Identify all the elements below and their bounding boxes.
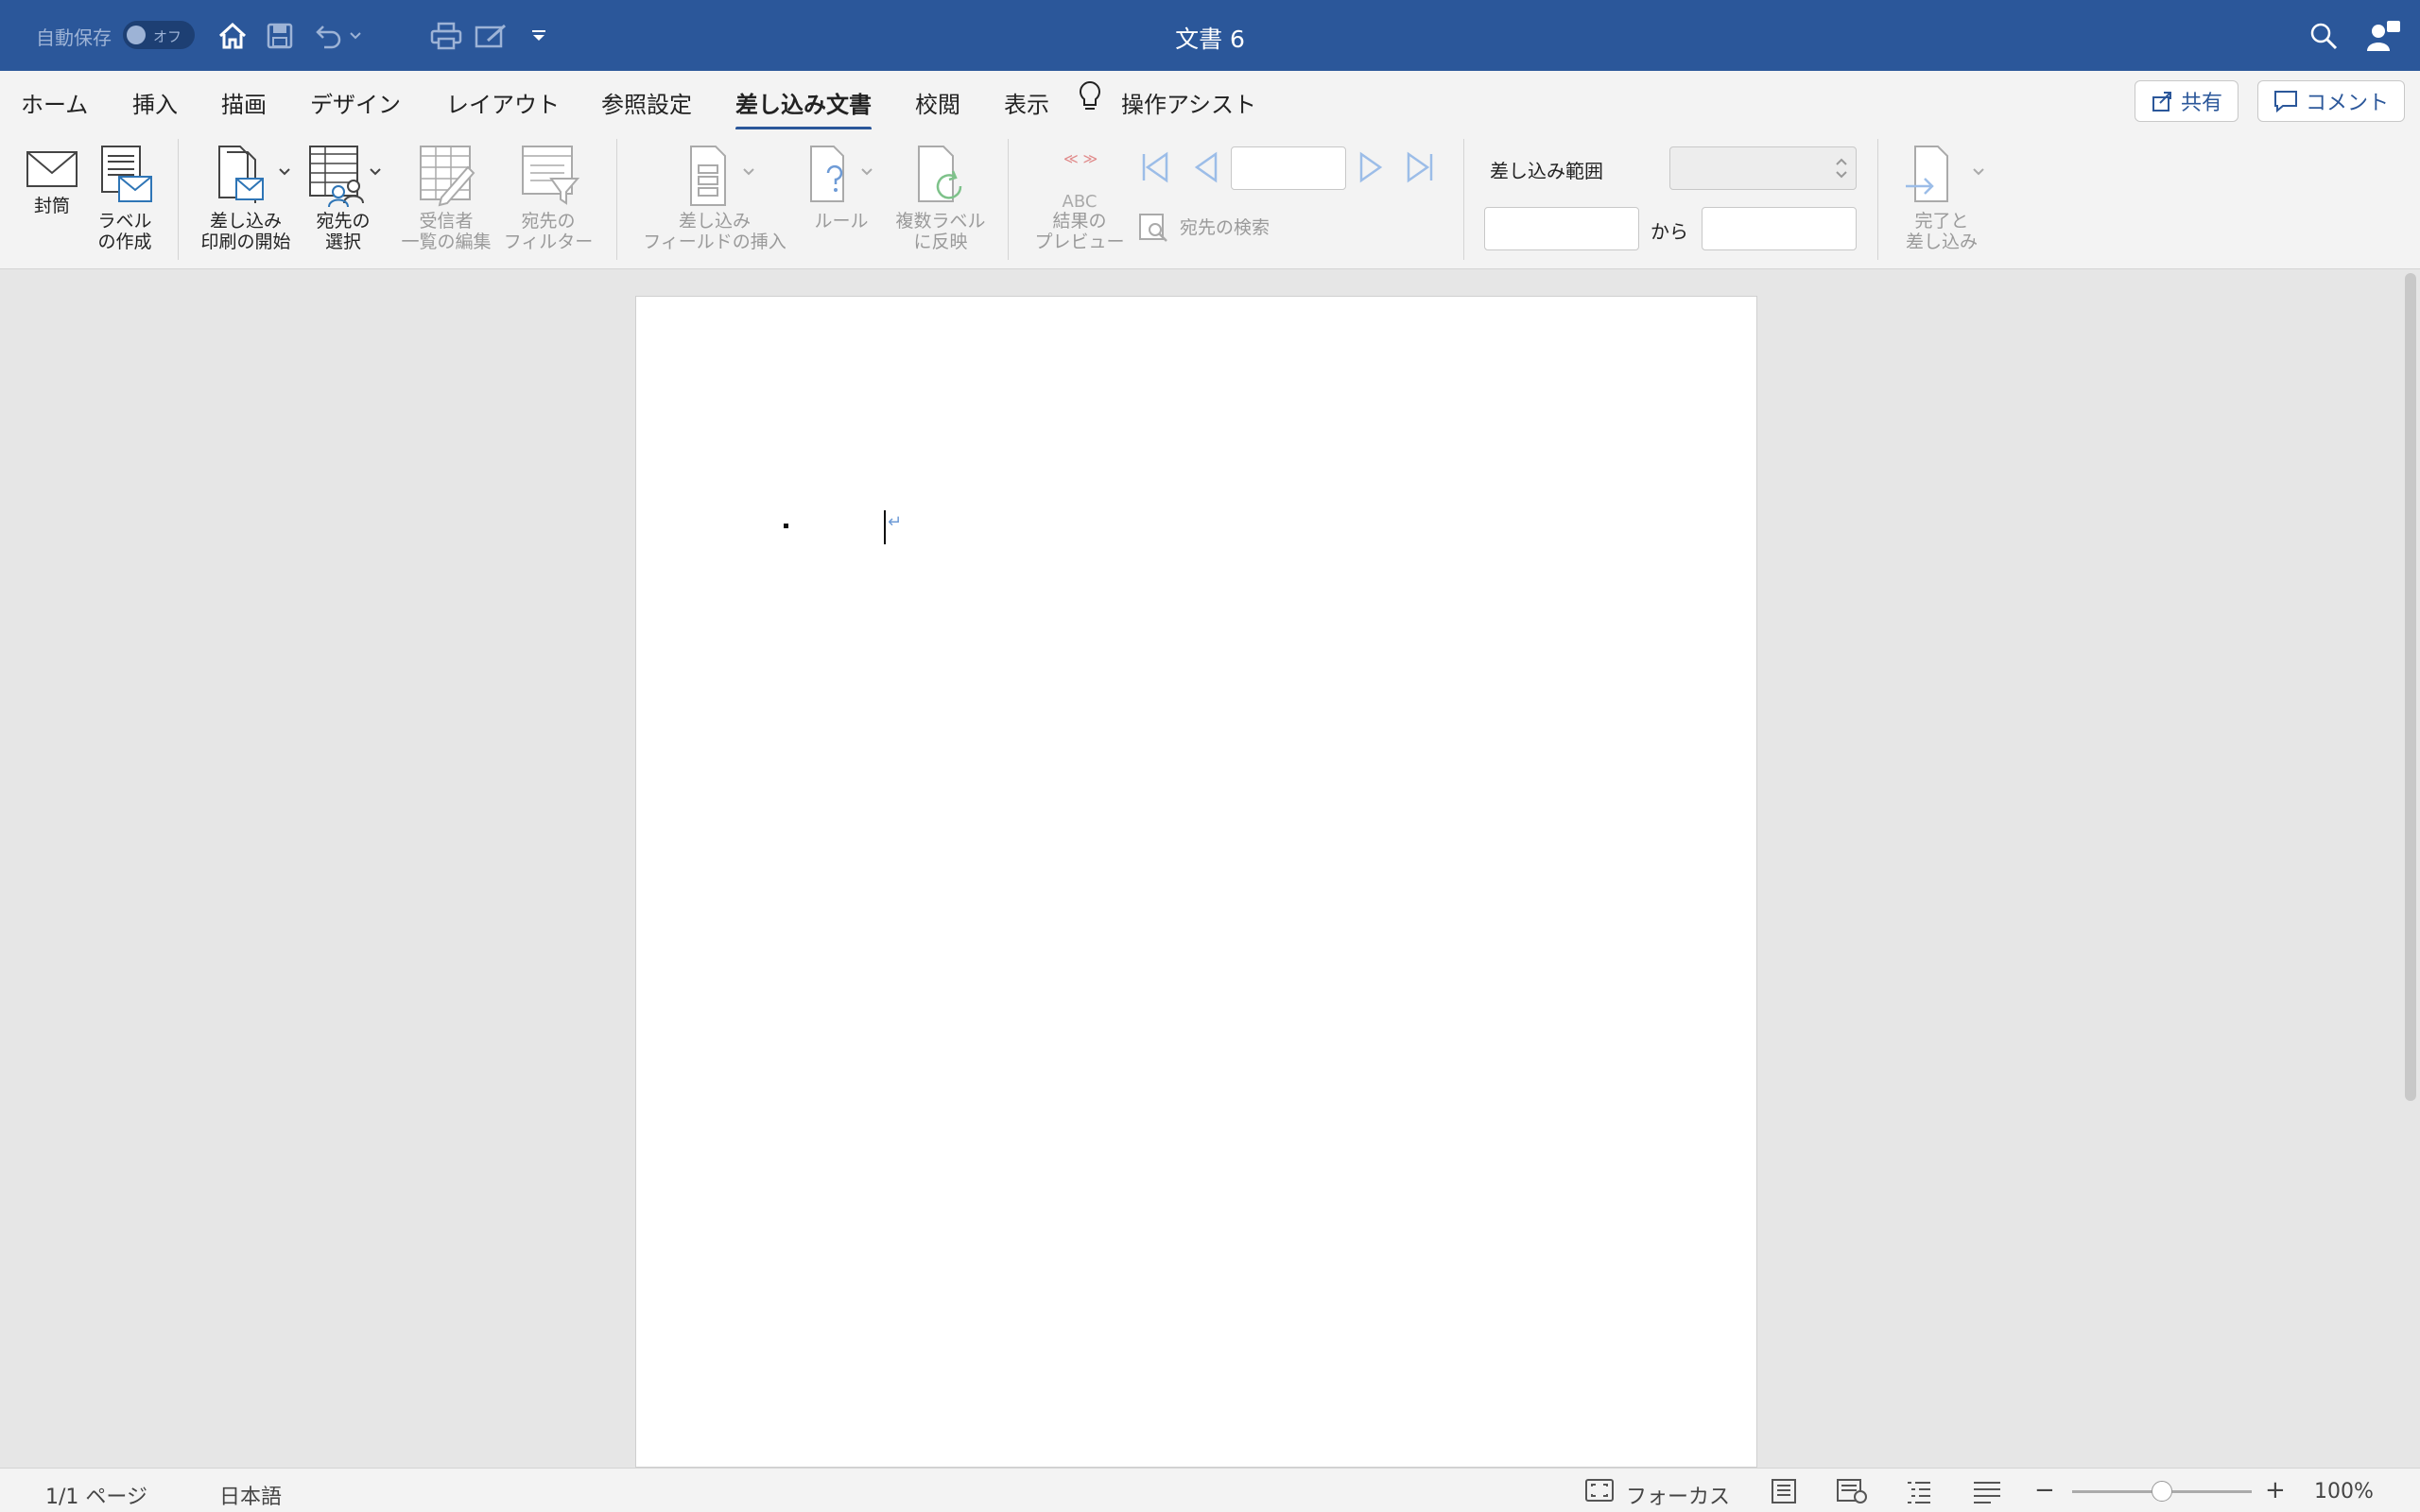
edit-list-icon	[420, 146, 475, 207]
tab-home[interactable]: ホーム	[21, 86, 88, 119]
lightbulb-icon	[1078, 80, 1102, 120]
zoom-out-icon[interactable]: −	[2034, 1476, 2055, 1504]
ribbon-tabs: ホーム 挿入 描画 デザイン レイアウト 参照設定 差し込み文書 校閲 表示 操…	[0, 71, 2420, 130]
find-recipient-icon	[1139, 214, 1167, 242]
next-record-icon	[1359, 151, 1383, 183]
start-mail-merge-button[interactable]: 差し込み 印刷の開始	[195, 145, 297, 252]
search-icon[interactable]	[2305, 17, 2342, 55]
record-number-field[interactable]	[1231, 146, 1346, 190]
text-cursor	[884, 510, 886, 544]
zoom-in-icon[interactable]: +	[2265, 1476, 2286, 1504]
envelope-button[interactable]: 封筒	[21, 145, 83, 216]
print-layout-icon[interactable]	[1770, 1478, 1798, 1510]
finish-merge-icon	[1906, 146, 1984, 202]
comment-label: コメント	[2306, 92, 2390, 115]
comment-button[interactable]: コメント	[2257, 80, 2406, 122]
select-recipients-button[interactable]: 宛先の 選択	[301, 145, 386, 252]
ribbon-separator	[1877, 139, 1878, 260]
ribbon-separator	[178, 139, 179, 260]
tab-layout[interactable]: レイアウト	[446, 86, 560, 119]
filter-recipients-button[interactable]: 宛先の フィルター	[499, 145, 597, 252]
bullet-marker	[784, 524, 788, 528]
tab-design[interactable]: デザイン	[310, 86, 401, 119]
ribbon-separator	[1463, 139, 1464, 260]
draft-view-icon[interactable]	[1972, 1478, 2002, 1510]
title-bar: 自動保存 オフ 文書 6	[0, 0, 2420, 71]
tab-draw[interactable]: 描画	[221, 86, 267, 119]
language-indicator[interactable]: 日本語	[219, 1480, 282, 1510]
tab-insert[interactable]: 挿入	[132, 86, 178, 119]
last-record-button[interactable]	[1401, 148, 1439, 190]
finish-merge-button[interactable]: 完了と 差し込み	[1894, 145, 1989, 252]
first-record-icon	[1142, 151, 1168, 183]
preview-results-button[interactable]: ≪ ≫ ABC 結果の プレビュー	[1030, 150, 1129, 252]
ribbon-separator	[1008, 139, 1009, 260]
previous-record-button[interactable]	[1187, 148, 1225, 190]
previous-record-icon	[1194, 151, 1218, 183]
focus-icon[interactable]	[1584, 1478, 1615, 1508]
document-title: 文書 6	[1175, 26, 1245, 53]
tab-references[interactable]: 参照設定	[601, 86, 692, 119]
rules-icon	[810, 146, 873, 202]
zoom-slider-knob[interactable]	[2152, 1481, 2172, 1502]
share-label: 共有	[2181, 92, 2223, 115]
merge-field-icon	[690, 146, 754, 206]
document-page[interactable]: ↵	[635, 296, 1757, 1468]
last-record-icon	[1407, 151, 1433, 183]
share-icon	[2152, 92, 2171, 112]
range-to-field[interactable]	[1702, 207, 1857, 250]
insert-merge-field-button[interactable]: 差し込み フィールドの挿入	[633, 145, 796, 252]
find-recipient-button[interactable]: 宛先の検索	[1138, 213, 1289, 243]
comment-icon	[2274, 91, 2297, 112]
tell-me-assist[interactable]: 操作アシスト	[1121, 86, 1256, 119]
focus-mode-button[interactable]: フォーカス	[1626, 1480, 1730, 1510]
tab-view[interactable]: 表示	[1004, 86, 1049, 119]
status-bar: 1/1 ページ 日本語 フォーカス − + 100%	[0, 1468, 2420, 1512]
labels-button[interactable]: ラベル の作成	[91, 145, 159, 252]
ribbon-separator	[616, 139, 617, 260]
tab-mailings[interactable]: 差し込み文書	[735, 86, 872, 130]
filter-icon	[522, 146, 580, 205]
page-count: 1/1 ページ	[45, 1486, 147, 1509]
envelope-icon	[26, 151, 78, 187]
document-canvas[interactable]: ↵	[0, 269, 2420, 1468]
next-record-button[interactable]	[1352, 148, 1390, 190]
outline-view-icon[interactable]	[1904, 1478, 1934, 1510]
update-labels-icon	[918, 146, 962, 202]
merge-range-select[interactable]	[1669, 146, 1857, 190]
tab-review[interactable]: 校閲	[915, 86, 960, 119]
paragraph-mark-icon: ↵	[888, 512, 903, 532]
preview-abc-icon: ≪ ≫	[1063, 150, 1098, 167]
account-icon[interactable]	[2365, 17, 2403, 55]
first-record-button[interactable]	[1136, 148, 1174, 190]
edit-recipient-list-button[interactable]: 受信者 一覧の編集	[397, 145, 495, 252]
web-layout-icon[interactable]	[1836, 1478, 1868, 1510]
stepper-icon	[1836, 158, 1847, 179]
zoom-level[interactable]: 100%	[2314, 1480, 2374, 1503]
merge-range-label: 差し込み範囲	[1490, 160, 1603, 182]
update-labels-button[interactable]: 複数ラベル に反映	[889, 145, 993, 252]
range-from-field[interactable]	[1484, 207, 1639, 250]
rules-button[interactable]: ルール	[802, 145, 881, 232]
labels-icon	[101, 146, 152, 202]
vertical-scrollbar[interactable]	[2405, 273, 2416, 1101]
mailings-ribbon: 封筒 ラベル の作成 差し込み 印刷の開始 宛先の 選択 受信者 一覧の編集 宛…	[0, 129, 2420, 269]
share-button[interactable]: 共有	[2135, 80, 2239, 122]
recipients-icon	[309, 146, 381, 207]
mail-merge-icon	[218, 146, 290, 203]
range-from-label: から	[1651, 220, 1688, 243]
svg-text:≪ ≫: ≪ ≫	[1063, 150, 1098, 167]
